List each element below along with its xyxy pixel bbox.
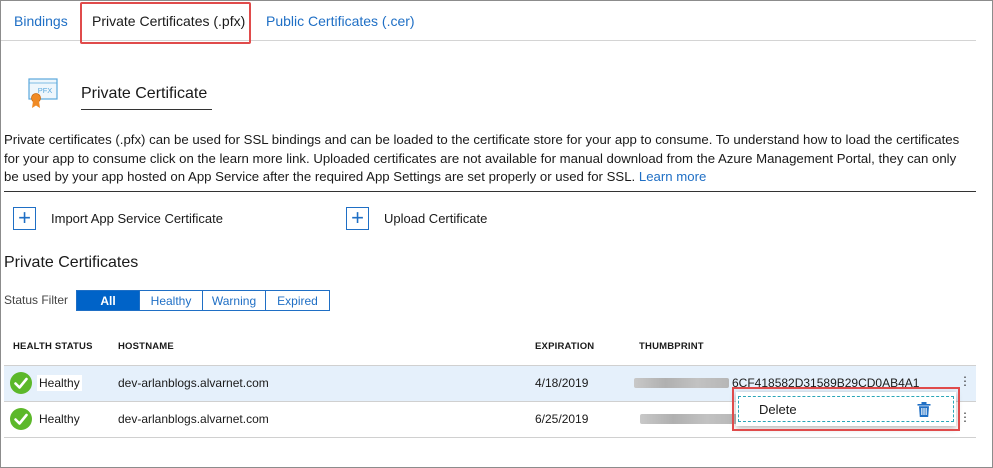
import-label: Import App Service Certificate <box>51 210 223 226</box>
hostname: dev-arlanblogs.alvarnet.com <box>118 412 269 426</box>
pfx-certificate-icon: PFX <box>28 78 58 108</box>
header-thumbprint: THUMBPRINT <box>639 341 704 352</box>
more-options-icon[interactable]: ⋮ <box>959 410 971 424</box>
status-filter-label: Status Filter <box>4 293 69 307</box>
hostname: dev-arlanblogs.alvarnet.com <box>118 376 269 390</box>
context-menu-highlight-box <box>732 387 960 431</box>
status-filter: All Healthy Warning Expired <box>76 290 330 311</box>
tab-highlight-box <box>80 2 251 44</box>
header-health-status: HEALTH STATUS <box>13 341 93 352</box>
plus-icon: + <box>346 206 369 230</box>
header-hostname: HOSTNAME <box>118 341 174 352</box>
plus-icon: + <box>13 206 36 230</box>
import-app-service-certificate-button[interactable]: + Import App Service Certificate <box>13 206 223 230</box>
health-status: Healthy <box>37 411 82 427</box>
upload-label: Upload Certificate <box>384 210 488 226</box>
healthy-check-icon <box>10 372 32 394</box>
header-expiration: EXPIRATION <box>535 341 595 352</box>
expiration: 6/25/2019 <box>535 412 589 426</box>
certificates-panel: Bindings Private Certificates (.pfx) Pub… <box>0 0 993 468</box>
learn-more-link[interactable]: Learn more <box>639 169 706 184</box>
tab-bindings[interactable]: Bindings <box>14 13 68 29</box>
health-status: Healthy <box>37 375 82 391</box>
tab-public-certificates[interactable]: Public Certificates (.cer) <box>266 13 415 29</box>
list-title: Private Certificates <box>4 254 139 271</box>
description-text: Private certificates (.pfx) can be used … <box>4 132 960 184</box>
filter-warning[interactable]: Warning <box>203 290 266 311</box>
filter-all[interactable]: All <box>76 290 140 311</box>
redacted-thumbprint <box>640 414 740 424</box>
section-title: Private Certificate <box>81 85 212 110</box>
filter-healthy[interactable]: Healthy <box>140 290 203 311</box>
pfx-icon-label: PFX <box>38 86 53 95</box>
redacted-thumbprint <box>634 378 729 388</box>
divider <box>4 191 976 192</box>
expiration: 4/18/2019 <box>535 376 589 390</box>
row-divider <box>4 437 976 438</box>
filter-expired[interactable]: Expired <box>266 290 330 311</box>
description: Private certificates (.pfx) can be used … <box>4 131 970 187</box>
more-options-icon[interactable]: ⋮ <box>959 374 971 388</box>
healthy-check-icon <box>10 408 32 430</box>
upload-certificate-button[interactable]: + Upload Certificate <box>346 206 487 230</box>
